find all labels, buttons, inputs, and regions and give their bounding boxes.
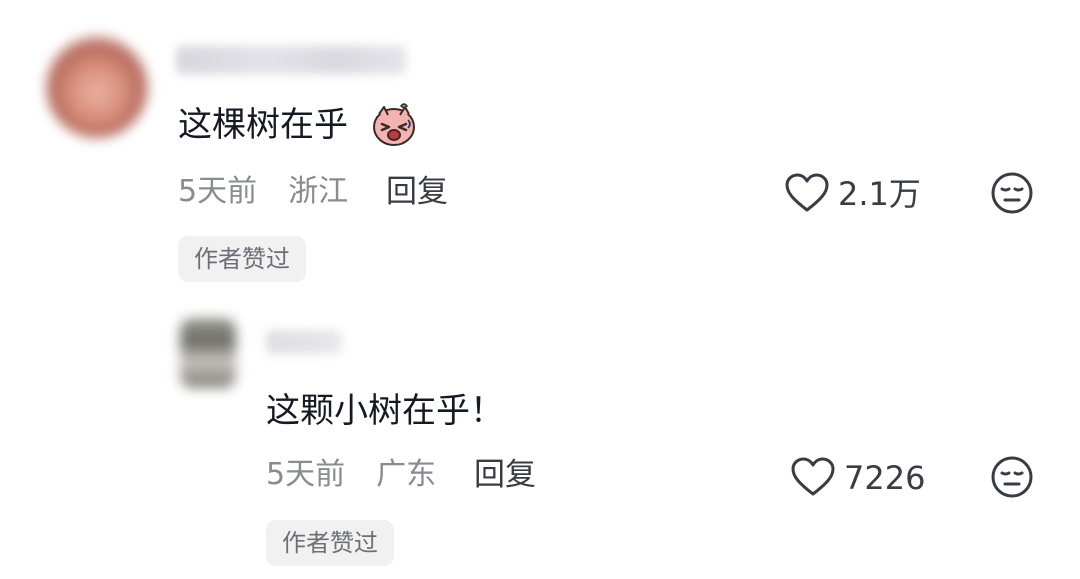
comment-thread: 这棵树在乎 5天前 浙江 回复 2.1万 作者赞过 这颗小树在乎！ 5天前 广东… — [0, 0, 1080, 579]
comment-location: 浙江 — [288, 174, 349, 209]
reply-text: 这颗小树在乎！ — [266, 391, 504, 431]
reply-button[interactable]: 回复 — [474, 457, 536, 493]
heart-icon[interactable] — [784, 172, 830, 214]
comment-text: 这棵树在乎 — [178, 104, 348, 146]
avatar[interactable] — [180, 318, 236, 388]
username-blurred[interactable] — [176, 46, 406, 74]
comment-body: 这棵树在乎 — [178, 105, 348, 145]
reply-time: 5天前 — [266, 457, 346, 492]
reply-location: 广东 — [376, 457, 437, 492]
like-count: 7226 — [844, 459, 926, 497]
comment-time: 5天前 — [178, 174, 258, 209]
dislike-face-icon[interactable] — [990, 455, 1034, 499]
reply-meta: 5天前 广东 — [266, 457, 436, 493]
reply-button[interactable]: 回复 — [386, 174, 448, 210]
like-count: 2.1万 — [838, 175, 921, 213]
username-blurred[interactable] — [266, 330, 342, 354]
comment-meta: 5天前 浙江 — [178, 174, 348, 210]
author-liked-badge: 作者赞过 — [178, 236, 306, 282]
dislike-face-icon[interactable] — [990, 171, 1034, 215]
avatar[interactable] — [46, 36, 148, 138]
heart-icon[interactable] — [790, 456, 836, 498]
crying-laughing-sticker-icon — [370, 100, 418, 148]
author-liked-badge: 作者赞过 — [266, 520, 394, 566]
